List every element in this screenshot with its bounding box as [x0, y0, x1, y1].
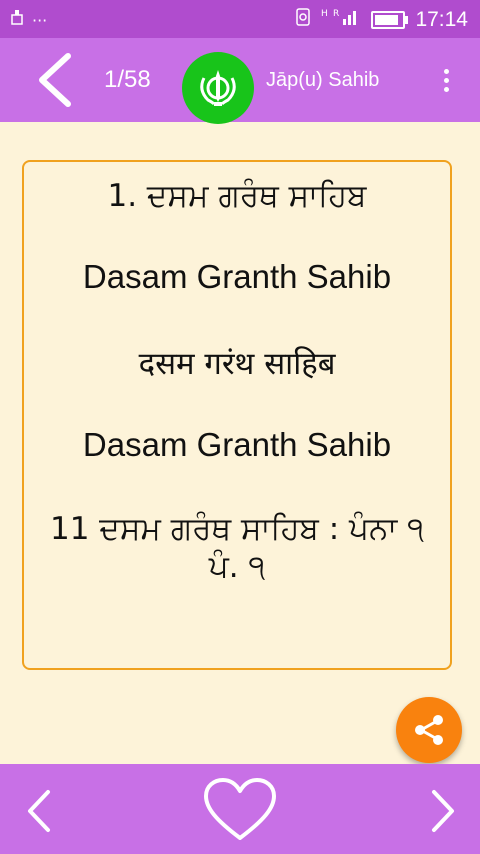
battery-icon	[371, 10, 409, 29]
usb-icon	[10, 9, 24, 31]
next-page-button[interactable]	[422, 786, 462, 836]
page-title: Jāp(u) Sahib	[266, 69, 380, 91]
overflow-menu-button[interactable]	[436, 66, 456, 98]
share-icon	[415, 715, 443, 745]
bottom-bar	[0, 764, 480, 854]
heart-outline-icon	[204, 778, 276, 840]
svg-text:R: R	[333, 9, 339, 19]
alarm-icon	[295, 7, 311, 32]
previous-page-button[interactable]	[20, 786, 60, 836]
chevron-left-icon	[28, 790, 50, 832]
notification-dots: ···	[32, 10, 48, 30]
more-vertical-icon	[443, 69, 449, 74]
svg-text:H: H	[321, 9, 328, 19]
chevron-left-icon	[39, 53, 71, 107]
page-reference: 11 ਦਸਮ ਗਰੰਥ ਸਾਹਿਬ : ਪੰਨਾ ੧ ਪੰ. ੧	[50, 511, 424, 585]
status-bar: ··· HR 17:14	[0, 0, 480, 38]
english-title: Dasam Granth Sahib	[82, 426, 392, 463]
page-counter: 1/58	[104, 66, 151, 93]
favorite-button[interactable]	[202, 776, 278, 844]
share-button[interactable]	[396, 697, 462, 763]
chevron-right-icon	[432, 790, 454, 832]
content-card: 1. ਦਸਮ ਗਰੰਥ ਸਾਹਿਬ Dasam Granth Sahib दसम…	[22, 160, 452, 670]
khanda-logo	[182, 52, 254, 124]
back-button[interactable]	[30, 50, 80, 110]
app-bar: 1/58 Jāp(u) Sahib	[0, 38, 480, 124]
khanda-icon	[200, 70, 236, 106]
devanagari-title: दसम गरंथ साहिब	[138, 346, 336, 382]
signal-icon: HR	[321, 7, 361, 32]
status-time: 17:14	[415, 7, 468, 31]
gurmukhi-title: 1. ਦਸਮ ਗਰੰਥ ਸਾਹਿਬ	[107, 178, 367, 214]
transliteration-title: Dasam Granth Sahib	[82, 258, 392, 295]
